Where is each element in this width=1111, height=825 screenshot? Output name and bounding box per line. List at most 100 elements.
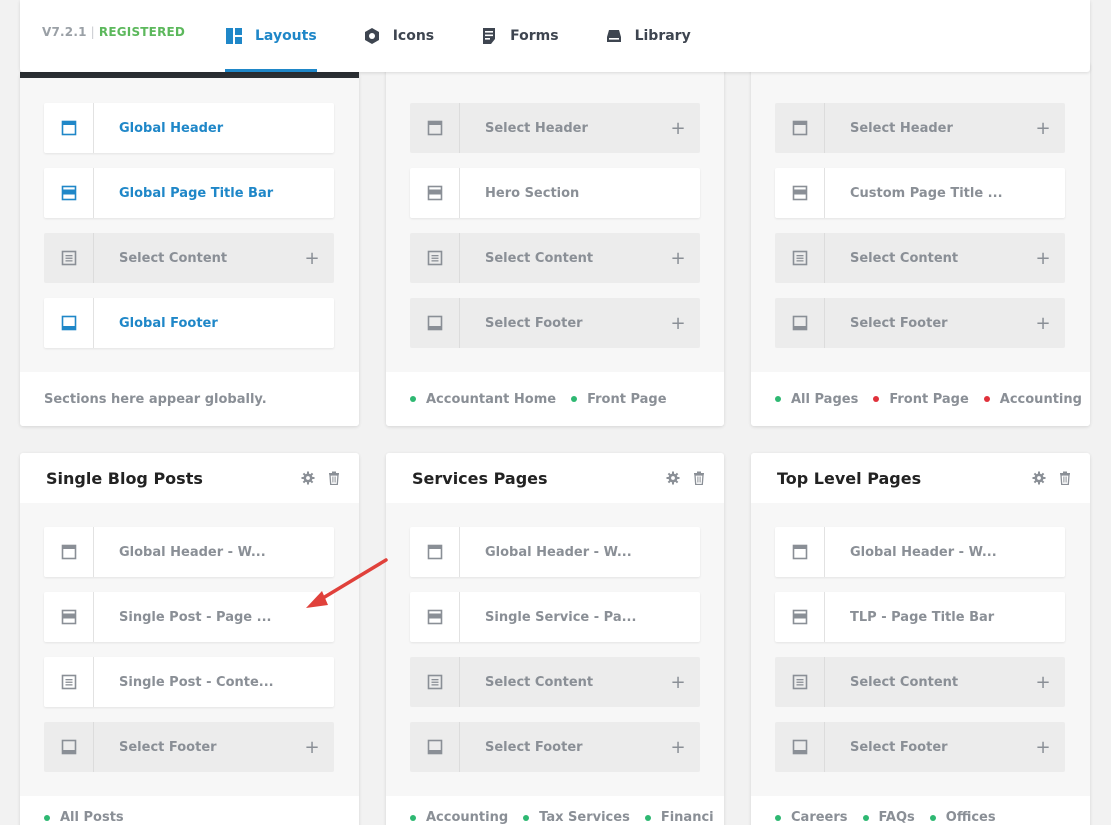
condition-tag: All Pages — [775, 392, 858, 407]
footer-section-icon — [775, 298, 825, 348]
plus-icon[interactable]: + — [1021, 103, 1065, 153]
plus-icon[interactable]: + — [1021, 298, 1065, 348]
slot-label: Select Content — [485, 250, 594, 266]
version-separator: | — [90, 25, 95, 39]
card-footer-note: Sections here appear globally. — [20, 372, 359, 426]
condition-tag: Accounting — [410, 810, 508, 825]
header-section-icon — [410, 527, 460, 577]
slot-global-page-title-bar[interactable]: Global Page Title Bar — [44, 168, 334, 218]
slot-page-title-bar[interactable]: Single Service - Pa... — [410, 592, 700, 642]
slot-header[interactable]: Global Header - W... — [775, 527, 1065, 577]
gear-icon[interactable] — [1032, 471, 1046, 485]
nav-tab-library[interactable]: Library — [605, 0, 691, 72]
slot-global-header[interactable]: Global Header — [44, 103, 334, 153]
plus-icon[interactable]: + — [290, 722, 334, 772]
plus-icon[interactable]: + — [656, 103, 700, 153]
condition-label: Careers — [791, 810, 848, 825]
version-number: V7.2.1 — [42, 25, 87, 39]
nav-tab-label: Forms — [510, 28, 559, 44]
gear-icon[interactable] — [666, 471, 680, 485]
header-section-icon — [44, 103, 94, 153]
slot-label: Select Footer — [850, 739, 948, 755]
version-info: V7.2.1 | REGISTERED — [42, 25, 185, 39]
card-header: Top Level Pages — [751, 453, 1090, 503]
include-dot — [44, 814, 50, 821]
slot-select-content[interactable]: Select Content + — [775, 657, 1065, 707]
slot-header[interactable]: Global Header - W... — [44, 527, 334, 577]
condition-tag: Accounting — [983, 392, 1082, 407]
slot-page-title-bar[interactable]: TLP - Page Title Bar — [775, 592, 1065, 642]
page-title-bar-icon — [44, 168, 94, 218]
slot-label: Global Header - W... — [119, 544, 266, 560]
nav-tab-forms[interactable]: Forms — [480, 0, 559, 72]
slot-select-header[interactable]: Select Header + — [410, 103, 700, 153]
condition-tag: FAQs — [862, 810, 915, 825]
header-section-icon — [410, 103, 460, 153]
slot-label: Single Service - Pa... — [485, 609, 637, 625]
slot-header[interactable]: Global Header - W... — [410, 527, 700, 577]
slot-select-footer[interactable]: Select Footer + — [410, 722, 700, 772]
plus-icon[interactable]: + — [1021, 233, 1065, 283]
include-dot — [410, 396, 416, 402]
forms-icon — [480, 27, 498, 45]
header-section-icon — [775, 103, 825, 153]
slot-select-footer[interactable]: Select Footer + — [410, 298, 700, 348]
slot-select-footer[interactable]: Select Footer + — [775, 722, 1065, 772]
slot-label: Select Content — [485, 674, 594, 690]
plus-icon[interactable]: + — [1021, 722, 1065, 772]
slot-select-content[interactable]: Select Content + — [410, 233, 700, 283]
card-header: Single Blog Posts — [20, 453, 359, 503]
card-conditions: Accounting Tax Services Financi — [386, 796, 724, 825]
footer-section-icon — [410, 298, 460, 348]
page-title-bar-icon — [775, 592, 825, 642]
slot-page-title-bar[interactable]: Single Post - Page ... — [44, 592, 334, 642]
trash-icon[interactable] — [692, 471, 706, 485]
slot-select-content[interactable]: Select Content + — [410, 657, 700, 707]
slot-label: Select Footer — [119, 739, 217, 755]
card-header: Services Pages — [386, 453, 724, 503]
trash-icon[interactable] — [1058, 471, 1072, 485]
card-actions — [666, 471, 706, 485]
layout-card-custom: Select Header + Custom Page Title ... Se… — [751, 62, 1090, 426]
slot-select-footer[interactable]: Select Footer + — [775, 298, 1065, 348]
plus-icon[interactable]: + — [290, 233, 334, 283]
slot-content[interactable]: Single Post - Conte... — [44, 657, 334, 707]
card-conditions: Accountant Home Front Page — [386, 372, 724, 426]
condition-label: All Posts — [60, 810, 124, 825]
slot-label: Global Footer — [119, 315, 218, 331]
layout-card-accountant: Select Header + Hero Section Select Cont… — [386, 62, 724, 426]
nav-tab-icons[interactable]: Icons — [363, 0, 434, 72]
slot-label: Select Header — [850, 120, 953, 136]
condition-tag: Front Page — [571, 392, 667, 407]
condition-tag: Financi — [644, 810, 714, 825]
slot-label: Custom Page Title ... — [850, 185, 1003, 201]
condition-tag: Tax Services — [523, 810, 630, 825]
condition-label: Front Page — [889, 391, 969, 407]
content-section-icon — [775, 657, 825, 707]
include-dot — [523, 814, 530, 821]
slot-select-content[interactable]: Select Content + — [44, 233, 334, 283]
card-title: Single Blog Posts — [46, 468, 203, 488]
library-icon — [605, 27, 623, 45]
slot-global-footer[interactable]: Global Footer — [44, 298, 334, 348]
gear-icon[interactable] — [301, 471, 315, 485]
plus-icon[interactable]: + — [656, 233, 700, 283]
content-section-icon — [44, 233, 94, 283]
include-dot — [571, 396, 578, 402]
footer-section-icon — [44, 722, 94, 772]
plus-icon[interactable]: + — [656, 722, 700, 772]
slot-select-header[interactable]: Select Header + — [775, 103, 1065, 153]
slot-hero-section[interactable]: Hero Section — [410, 168, 700, 218]
card-title: Top Level Pages — [777, 468, 922, 488]
slot-select-footer[interactable]: Select Footer + — [44, 722, 334, 772]
slot-select-content[interactable]: Select Content + — [775, 233, 1065, 283]
nav-tab-layouts[interactable]: Layouts — [225, 0, 317, 72]
condition-label: Financi — [660, 810, 714, 825]
plus-icon[interactable]: + — [1021, 657, 1065, 707]
include-dot — [410, 814, 416, 821]
plus-icon[interactable]: + — [656, 657, 700, 707]
footer-section-icon — [44, 298, 94, 348]
slot-custom-page-title[interactable]: Custom Page Title ... — [775, 168, 1065, 218]
plus-icon[interactable]: + — [656, 298, 700, 348]
trash-icon[interactable] — [327, 471, 341, 485]
